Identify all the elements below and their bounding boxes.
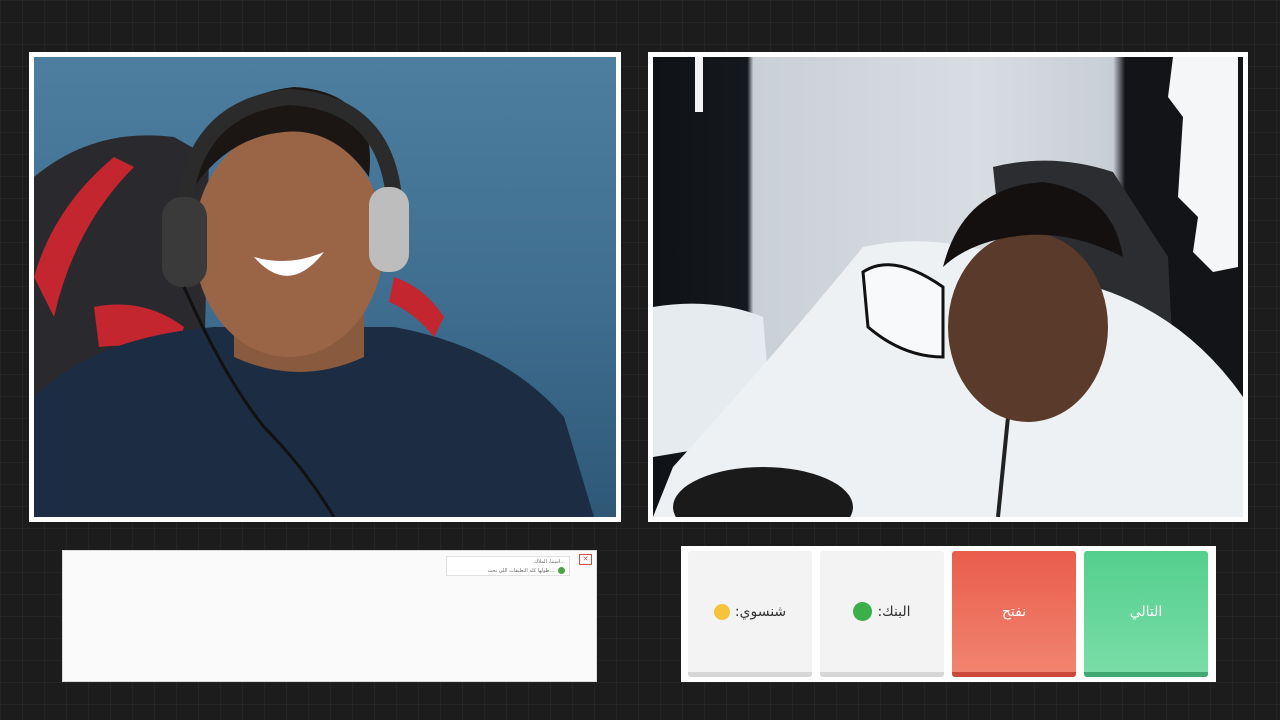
- hex-lights: [1168, 57, 1238, 272]
- vote-option-1-label: شنسوي:: [734, 603, 787, 620]
- chat-message: ...استنا، الملاك ...طولها كله التعليقات …: [446, 556, 570, 576]
- vote-option-3-label: نفتح: [1001, 603, 1027, 620]
- close-icon[interactable]: ✕: [579, 554, 592, 565]
- webcam-left-video: [34, 57, 616, 517]
- chat-message-line-1: ...استنا، الملاك: [534, 559, 565, 565]
- green-badge-icon: [558, 566, 565, 574]
- emoji-face-icon: [713, 603, 730, 620]
- chat-message-line-2: ...طولها كله التعليقات اللي تحت: [487, 567, 555, 574]
- webcam-right-figure: [653, 57, 1243, 517]
- headphone-left-cup: [162, 197, 207, 287]
- head: [194, 127, 384, 357]
- chat-panel: ✕ ...استنا، الملاك ...طولها كله التعليقا…: [62, 550, 597, 682]
- vote-option-1-button[interactable]: شنسوي:: [688, 551, 812, 677]
- vote-option-4-label: التالي: [1129, 603, 1163, 620]
- webcam-left-figure: [34, 87, 594, 517]
- vote-option-4-button[interactable]: التالي: [1084, 551, 1208, 677]
- webcam-left: [29, 52, 621, 522]
- green-badge-icon: [853, 602, 873, 621]
- webcam-right: [648, 52, 1248, 522]
- light-bar: [695, 57, 703, 112]
- vote-option-2-label: البنك:: [877, 603, 911, 620]
- vote-option-2-button[interactable]: البنك:: [820, 551, 944, 677]
- vote-panel: شنسوي: البنك: نفتح التالي: [681, 546, 1216, 682]
- head: [948, 232, 1108, 422]
- webcam-right-video: [653, 57, 1243, 517]
- headphone-right-cup: [369, 187, 409, 272]
- vote-option-3-button[interactable]: نفتح: [952, 551, 1076, 677]
